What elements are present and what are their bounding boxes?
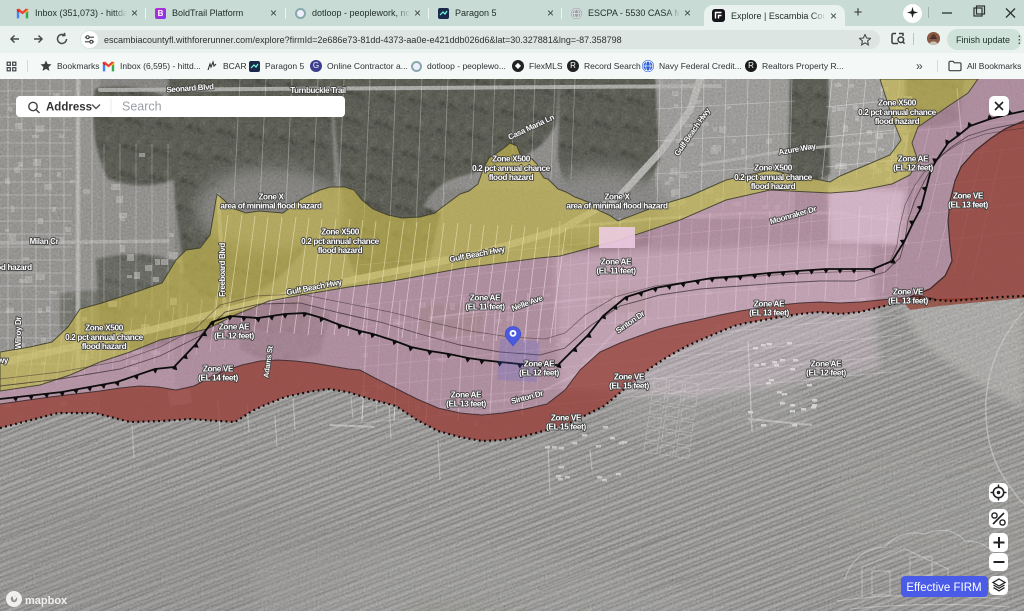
svg-text:Freeboard Blvd: Freeboard Blvd	[218, 243, 227, 297]
svg-text:mapbox: mapbox	[25, 595, 68, 607]
svg-text:od hazard: od hazard	[0, 263, 32, 272]
svg-text:Zone AE(EL 11 feet): Zone AE(EL 11 feet)	[465, 293, 505, 311]
svg-text:Zone AE(EL 12 feet): Zone AE(EL 12 feet)	[214, 322, 254, 340]
svg-text:Wilroy Dr: Wilroy Dr	[14, 317, 23, 350]
svg-text:Search: Search	[122, 100, 162, 114]
svg-text:Zone VE(EL 14 feet): Zone VE(EL 14 feet)	[198, 364, 238, 382]
svg-text:Zone VE(EL 13 feet): Zone VE(EL 13 feet)	[888, 287, 928, 305]
svg-text:Zone AE(EL 11 feet): Zone AE(EL 11 feet)	[596, 257, 636, 275]
svg-text:Zone AE(EL 13 feet): Zone AE(EL 13 feet)	[446, 390, 486, 408]
svg-text:Turnbuckle Trail: Turnbuckle Trail	[290, 86, 346, 95]
svg-text:wy: wy	[0, 356, 9, 365]
svg-text:Milan Cr: Milan Cr	[30, 237, 59, 246]
svg-text:Zone AE(EL 13 feet): Zone AE(EL 13 feet)	[749, 299, 789, 317]
svg-text:Address: Address	[46, 102, 92, 114]
svg-text:Zone AE(EL 12 feet): Zone AE(EL 12 feet)	[893, 154, 933, 172]
svg-text:Zone AE(EL 12 feet): Zone AE(EL 12 feet)	[519, 359, 559, 377]
svg-text:Effective FIRM: Effective FIRM	[906, 582, 981, 594]
svg-text:Zone AE(EL 12 feet): Zone AE(EL 12 feet)	[806, 359, 846, 377]
svg-text:Zone VE(EL 15 feet): Zone VE(EL 15 feet)	[546, 413, 586, 431]
svg-text:Zone VE(EL 13 feet): Zone VE(EL 13 feet)	[948, 191, 988, 209]
svg-text:Zone VE(EL 15 feet): Zone VE(EL 15 feet)	[609, 372, 649, 390]
